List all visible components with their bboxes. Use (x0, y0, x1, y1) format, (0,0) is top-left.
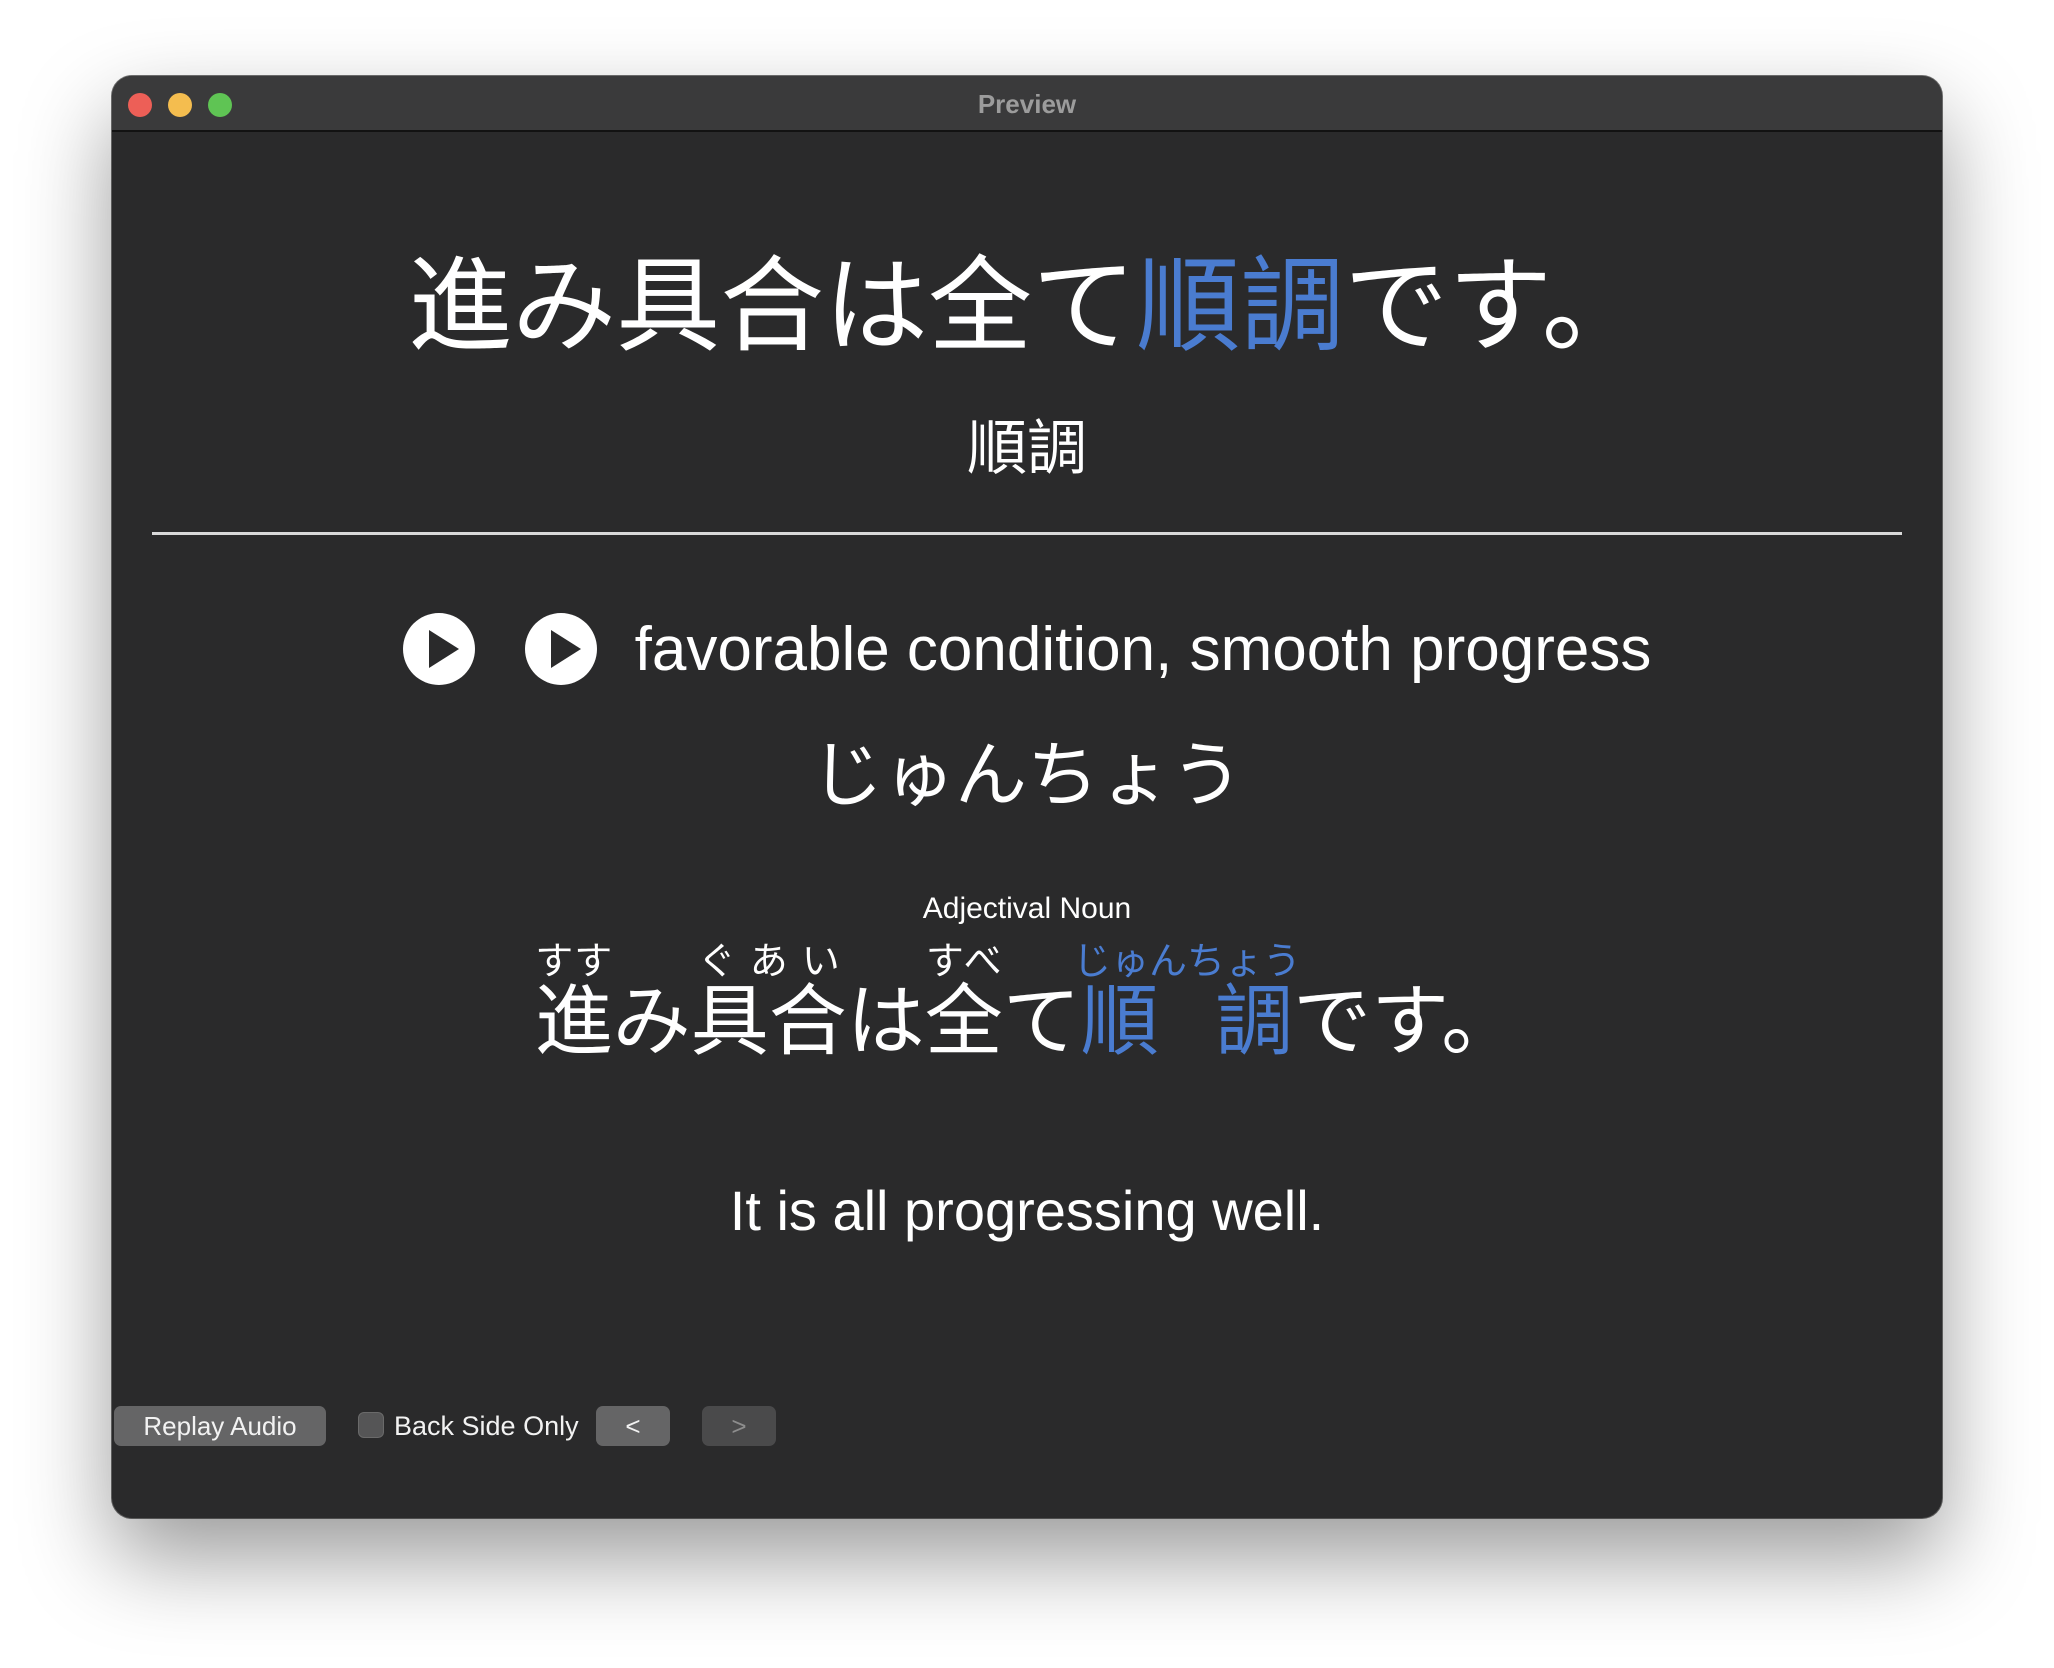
back-side-only-checkbox[interactable] (358, 1412, 384, 1438)
replay-audio-button[interactable]: Replay Audio (114, 1406, 326, 1446)
furigana-plain-text: です。 (1293, 977, 1520, 1067)
furigana-plain-text: み (612, 977, 691, 1067)
play-word-audio-icon[interactable] (402, 613, 475, 685)
next-card-button[interactable]: > (702, 1406, 776, 1446)
meaning-row: favorable condition, smooth progress (112, 604, 1942, 694)
front-sentence-highlight: 順調 (1136, 245, 1345, 367)
furigana-base: 進 (534, 977, 613, 1067)
front-word: 順調 (967, 414, 1087, 484)
furigana-sentence: 進すすみ具合ぐあいは全すべて順 調じゅんちょうです。 (112, 939, 1942, 1097)
furigana-reading: じゅんちょう (1072, 939, 1301, 983)
front-sentence-before: 進み具合は全て (408, 245, 1137, 367)
title-bar[interactable]: Preview (112, 76, 1942, 132)
card-divider (152, 532, 1902, 535)
window-title: Preview (977, 89, 1077, 119)
furigana-base: 具合 (690, 977, 847, 1067)
furigana-segment: 具合ぐあい (690, 939, 847, 1067)
preview-toolbar: Replay Audio Back Side Only < > (112, 1404, 1942, 1448)
front-sentence-after: です。 (1344, 245, 1646, 367)
word-reading: じゅんちょう (810, 733, 1243, 817)
furigana-base: 順 調 (1072, 977, 1301, 1067)
furigana-plain-text: て (1002, 977, 1081, 1067)
furigana-base: 全 (924, 977, 1003, 1067)
furigana-segment: 進すす (534, 939, 613, 1067)
furigana-reading: ぐあい (690, 939, 847, 983)
part-of-speech: Adjectival Noun (922, 892, 1132, 925)
furigana-reading: すべ (924, 939, 1003, 983)
previous-card-button[interactable]: < (596, 1406, 670, 1446)
front-sentence: 進み具合は全て順調です。 (112, 246, 1942, 366)
furigana-reading: すす (534, 939, 613, 983)
word-meaning: favorable condition, smooth progress (634, 614, 1652, 684)
sentence-translation: It is all progressing well. (729, 1179, 1325, 1242)
furigana-segment: 全すべ (924, 939, 1003, 1067)
play-sentence-audio-icon[interactable] (524, 613, 597, 685)
card-content: 進み具合は全て順調です。 順調 favorable condition, smo… (112, 132, 1942, 1518)
furigana-segment: 順 調じゅんちょう (1073, 939, 1301, 1067)
furigana-plain-text: は (846, 977, 925, 1067)
back-side-only-label[interactable]: Back Side Only (394, 1406, 579, 1446)
preview-window: Preview 進み具合は全て順調です。 順調 favorable condit… (112, 76, 1942, 1518)
